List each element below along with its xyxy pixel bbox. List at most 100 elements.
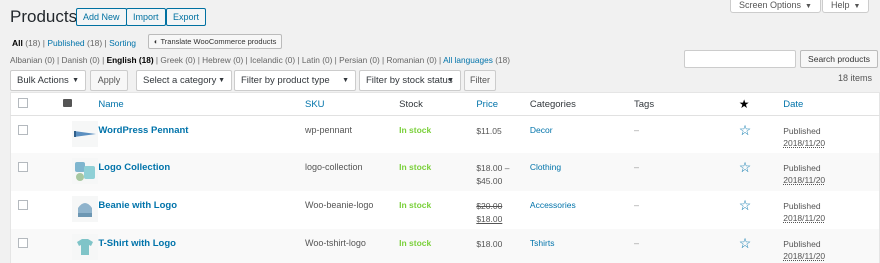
product-name-link[interactable]: T-Shirt with Logo — [98, 238, 176, 249]
table-row: Logo Collection logo-collection In stock… — [10, 152, 880, 191]
date-value: 2018/11/20 — [783, 138, 826, 148]
import-button[interactable]: Import — [126, 8, 166, 26]
product-price-regular: $20.00 — [476, 200, 503, 211]
stock-status: In stock — [399, 125, 432, 135]
beanie-thumbnail — [72, 195, 99, 222]
all-languages-link[interactable]: All languages — [443, 55, 493, 65]
column-stock: Stock — [399, 92, 477, 116]
product-price-min: $18.00 – — [476, 162, 510, 173]
view-published-link[interactable]: Published — [47, 38, 84, 48]
product-sku: Woo-tshirt-logo — [305, 237, 366, 248]
language-filters: Albanian (0) | Danish (0) | English (18)… — [10, 55, 510, 65]
product-name-link[interactable]: Logo Collection — [98, 162, 170, 173]
translate-label: Translate WooCommerce products — [160, 37, 277, 46]
product-tags: – — [634, 199, 640, 210]
stock-status-label: Filter by stock status — [366, 75, 453, 86]
date-value: 2018/11/20 — [783, 174, 826, 185]
table-row: WordPress Pennant wp-pennant In stock $1… — [11, 116, 880, 153]
view-all-link[interactable]: All — [12, 38, 23, 48]
product-type-select[interactable]: Filter by product type ▼ — [234, 70, 356, 91]
table-row: T-Shirt with Logo Woo-tshirt-logo In sto… — [10, 228, 880, 263]
column-categories: Categories — [529, 92, 635, 116]
product-name-link[interactable]: WordPress Pennant — [98, 125, 188, 136]
view-sorting-link[interactable]: Sorting — [109, 38, 136, 48]
stock-status: In stock — [399, 199, 432, 210]
column-date[interactable]: Date — [783, 99, 803, 110]
dropdown-arrow-icon: ▼ — [342, 77, 349, 84]
search-products-button[interactable]: Search products — [800, 50, 878, 68]
row-checkbox[interactable] — [18, 161, 28, 172]
export-button[interactable]: Export — [166, 8, 207, 26]
product-type-label: Filter by product type — [241, 75, 330, 86]
product-tags: – — [634, 161, 640, 172]
view-published-count: (18) — [87, 38, 103, 48]
products-table: Name SKU Stock Price Categories Tags ★ D… — [10, 92, 880, 263]
caret-down-icon: ▼ — [805, 3, 812, 10]
page-title: Products — [10, 7, 78, 26]
search-input[interactable] — [684, 50, 796, 68]
product-sku: wp-pennant — [305, 125, 353, 135]
product-price: $11.05 — [476, 126, 502, 136]
screen-options-tab[interactable]: Screen Options ▼ — [730, 0, 821, 13]
all-languages-count: (18) — [495, 55, 510, 65]
bulk-actions-select[interactable]: Bulk Actions ▼ — [10, 70, 86, 91]
filter-button[interactable]: Filter — [464, 70, 496, 91]
dropdown-arrow-icon: ▼ — [72, 77, 79, 84]
date-status: Published — [783, 126, 821, 136]
product-sku: Woo-beanie-logo — [305, 199, 374, 210]
view-all-count: (18) — [25, 38, 41, 48]
product-sku: logo-collection — [305, 161, 363, 172]
help-tab[interactable]: Help ▼ — [822, 0, 870, 13]
languages-after[interactable]: | Greek (0) | Hebrew (0) | Icelandic (0)… — [156, 55, 441, 65]
product-name-link[interactable]: Beanie with Logo — [98, 200, 177, 211]
tshirt-thumbnail — [72, 233, 99, 260]
screen-options-label: Screen Options — [739, 0, 802, 10]
stock-status: In stock — [399, 161, 432, 172]
column-name[interactable]: Name — [98, 99, 123, 110]
row-checkbox[interactable] — [18, 237, 28, 248]
category-link[interactable]: Clothing — [530, 162, 561, 172]
featured-star-icon[interactable]: ☆ — [739, 159, 752, 175]
caret-down-icon: ▼ — [853, 3, 861, 10]
column-tags: Tags — [634, 92, 739, 116]
featured-star-icon: ★ — [738, 97, 750, 111]
languages-before[interactable]: Albanian (0) | Danish (0) | — [10, 55, 104, 65]
row-checkbox[interactable] — [18, 125, 28, 135]
table-header-row: Name SKU Stock Price Categories Tags ★ D… — [10, 92, 880, 116]
product-price-sale: $18.00 — [476, 213, 503, 224]
image-column-icon — [62, 98, 72, 107]
apply-button[interactable]: Apply — [90, 70, 128, 91]
add-new-button[interactable]: Add New — [76, 8, 127, 26]
translate-products-button[interactable]: ◐ Translate WooCommerce products — [148, 34, 283, 49]
translate-icon: ◐ — [154, 37, 159, 46]
items-count: 18 items — [837, 73, 872, 83]
language-english[interactable]: English (18) — [107, 55, 154, 65]
category-link[interactable]: Accessories — [530, 200, 576, 210]
featured-star-icon[interactable]: ☆ — [739, 197, 752, 213]
category-select[interactable]: Select a category ▼ — [136, 70, 232, 91]
product-tags: – — [634, 125, 640, 135]
date-status: Published — [783, 238, 821, 249]
product-price: $18.00 — [476, 238, 503, 249]
product-price-max: $45.00 — [476, 175, 503, 186]
stock-status-select[interactable]: Filter by stock status ▼ — [359, 70, 461, 91]
view-filters: All (18) | Published (18) | Sorting — [12, 38, 137, 48]
stock-status: In stock — [399, 237, 432, 248]
featured-star-icon[interactable]: ☆ — [739, 122, 752, 138]
category-link[interactable]: Decor — [530, 125, 553, 135]
date-status: Published — [783, 162, 821, 173]
date-value: 2018/11/20 — [783, 250, 826, 261]
row-checkbox[interactable] — [18, 199, 28, 210]
dropdown-arrow-icon: ▼ — [218, 77, 225, 84]
category-link[interactable]: Tshirts — [530, 238, 555, 248]
table-row: Beanie with Logo Woo-beanie-logo In stoc… — [11, 191, 880, 229]
featured-star-icon[interactable]: ☆ — [739, 235, 752, 251]
date-status: Published — [783, 200, 821, 211]
category-label: Select a category — [143, 75, 217, 86]
column-sku[interactable]: SKU — [305, 99, 325, 110]
select-all-checkbox[interactable] — [18, 97, 28, 108]
help-label: Help — [831, 0, 850, 10]
date-value: 2018/11/20 — [783, 212, 826, 223]
logo-collection-thumbnail — [72, 157, 99, 184]
column-price[interactable]: Price — [476, 99, 498, 110]
